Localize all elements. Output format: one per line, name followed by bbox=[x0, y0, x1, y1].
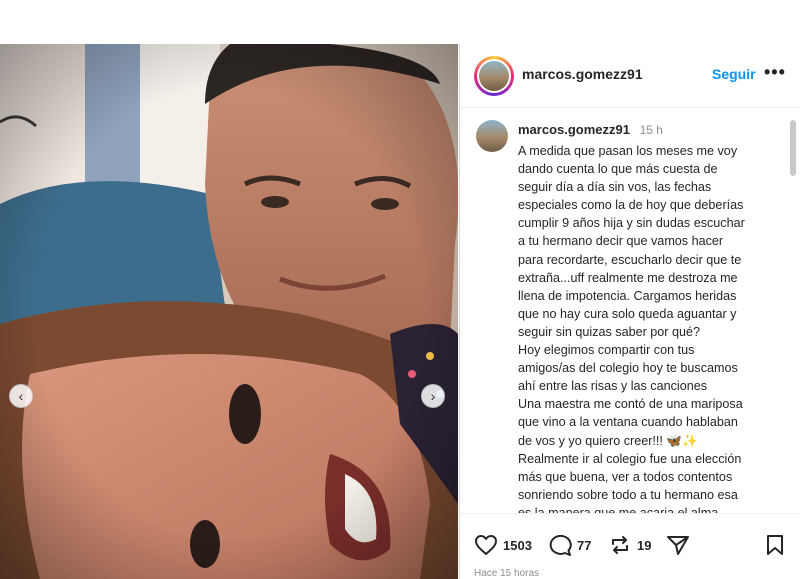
heart-icon bbox=[475, 535, 497, 555]
caption-line: más que buena, ver a todos contentos bbox=[518, 469, 733, 484]
caption-line: Una maestra me contó de una mariposa bbox=[518, 397, 743, 412]
send-icon bbox=[667, 536, 689, 555]
repost-icon bbox=[612, 536, 628, 554]
comment-icon bbox=[549, 534, 572, 556]
caption-line: Hoy elegimos compartir con tus bbox=[518, 343, 695, 358]
save-button[interactable] bbox=[764, 534, 786, 556]
caption-line: especiales como la de hoy que deberías bbox=[518, 198, 744, 213]
like-count: 1503 bbox=[503, 537, 532, 553]
caption-text: A medida que pasan los meses me voy dand… bbox=[518, 142, 780, 513]
caption-line: de vos y yo quiero creer!!! 🦋✨ bbox=[518, 433, 698, 448]
caption-time: 15 h bbox=[639, 123, 663, 137]
like-button[interactable]: 1503 bbox=[474, 534, 532, 556]
caption-line: llena de impotencia. Cargamos heridas bbox=[518, 288, 737, 303]
caption-line: sonriendo sobre todo a tu hermano esa bbox=[518, 487, 738, 502]
caption-line: ahí entre las risas y las canciones bbox=[518, 379, 707, 394]
caption-avatar[interactable] bbox=[476, 120, 508, 152]
caption-line: para recordarte, escucharlo decir que te bbox=[518, 252, 742, 267]
post-header: marcos.gomezz91 Seguir ••• bbox=[460, 44, 800, 108]
send-button[interactable] bbox=[666, 534, 690, 556]
caption-line: extraña...uff realmente me destroza me bbox=[518, 270, 738, 285]
repost-count: 19 bbox=[637, 537, 652, 553]
caption-line: Realmente ir al colegio fue una elección bbox=[518, 451, 742, 466]
caption-line: amigos/as del colegio hoy te buscamos bbox=[518, 361, 738, 376]
caption-line: que vino a la ventana cuando hablaban bbox=[518, 415, 738, 430]
caption-line: dando cuenta lo que más cuesta de bbox=[518, 162, 718, 177]
comment-count: 77 bbox=[577, 537, 592, 553]
post-details-panel: marcos.gomezz91 Seguir ••• marcos.gomezz… bbox=[459, 44, 800, 579]
action-bar: 1503 77 19 Hace 15 horas bbox=[460, 513, 800, 579]
caption-line: que no hay cura solo queda aguantar y bbox=[518, 306, 737, 321]
follow-button[interactable]: Seguir bbox=[712, 66, 756, 82]
more-options-button[interactable]: ••• bbox=[764, 62, 786, 83]
top-bar bbox=[0, 0, 800, 44]
caption-header: marcos.gomezz91 15 h bbox=[518, 122, 663, 137]
carousel-next-button[interactable]: › bbox=[421, 384, 445, 408]
caption-area: marcos.gomezz91 15 h A medida que pasan … bbox=[460, 108, 800, 513]
caption-line: seguir día a día sin vos, las fechas bbox=[518, 180, 712, 195]
comment-button[interactable]: 77 bbox=[548, 534, 591, 556]
repost-button[interactable]: 19 bbox=[608, 534, 651, 556]
avatar bbox=[479, 61, 509, 91]
caption-line: cumplir 9 años hija y sin dudas escuchar bbox=[518, 216, 745, 231]
post-timestamp: Hace 15 horas bbox=[474, 568, 540, 579]
profile-avatar[interactable] bbox=[474, 56, 514, 96]
bookmark-icon bbox=[767, 535, 783, 555]
header-username[interactable]: marcos.gomezz91 bbox=[522, 66, 643, 82]
photo-illustration bbox=[0, 44, 458, 579]
caption-scrollbar[interactable] bbox=[790, 120, 796, 176]
caption-line: A medida que pasan los meses me voy bbox=[518, 144, 738, 158]
caption-line: a tu hermano decir que vamos hacer bbox=[518, 234, 724, 249]
caption-line: seguir sin quizas saber por qué? bbox=[518, 324, 701, 339]
carousel-prev-button[interactable]: ‹ bbox=[9, 384, 33, 408]
caption-username[interactable]: marcos.gomezz91 bbox=[518, 122, 630, 137]
caption-line: es la manera que me acaria el alma bbox=[518, 505, 719, 513]
post-photo: ‹ › bbox=[0, 44, 458, 579]
